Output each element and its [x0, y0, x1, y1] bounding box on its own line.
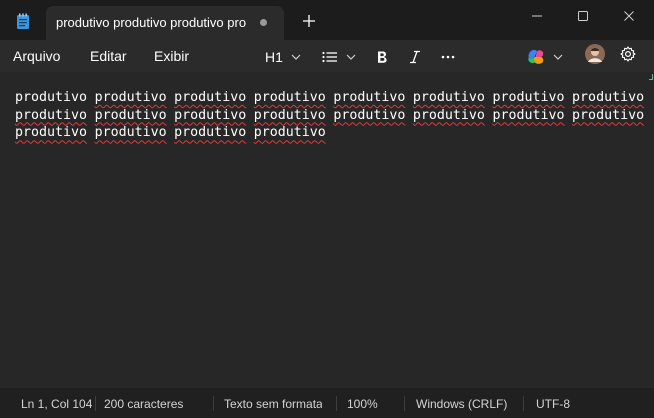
word: produtivo — [253, 125, 326, 141]
word: produtivo — [174, 107, 247, 123]
status-divider — [95, 396, 96, 411]
tab-document[interactable]: produtivo produtivo produtivo pro — [46, 6, 284, 40]
italic-icon — [410, 50, 420, 64]
tab-modified-dot-icon[interactable] — [260, 19, 267, 26]
list-dropdown[interactable] — [322, 46, 356, 68]
word: produtivo — [253, 107, 326, 123]
status-bar: Ln 1, Col 104 200 caracteres Texto sem f… — [0, 388, 654, 418]
chevron-down-icon — [291, 54, 301, 60]
list-icon — [322, 51, 337, 63]
word: produtivo — [492, 107, 565, 123]
status-encoding[interactable]: UTF-8 — [536, 397, 570, 411]
heading-dropdown[interactable]: H1 — [265, 46, 301, 68]
chevron-down-icon — [346, 54, 356, 60]
word: produtivo — [333, 107, 406, 123]
plus-icon[interactable] — [298, 10, 320, 32]
word: produtivo — [174, 125, 247, 141]
bold-button[interactable] — [376, 46, 388, 68]
menu-exibir[interactable]: Exibir — [154, 48, 189, 64]
title-bar: produtivo produtivo produtivo pro — [0, 0, 654, 40]
word: produtivo — [15, 107, 88, 123]
word: produtivo — [412, 107, 485, 123]
status-position: Ln 1, Col 104 — [21, 397, 93, 411]
copilot-icon — [528, 49, 544, 64]
gear-icon[interactable] — [620, 46, 636, 62]
word: produtivo — [94, 107, 167, 123]
copilot-dropdown[interactable] — [527, 46, 563, 68]
maximize-button[interactable] — [560, 0, 606, 32]
maximize-icon — [578, 11, 588, 21]
status-char-count: 200 caracteres — [104, 397, 184, 411]
menu-bar: Arquivo Editar Exibir H1 — [0, 40, 654, 72]
status-divider — [523, 396, 524, 411]
word: produtivo — [94, 90, 167, 105]
word: produtivo — [572, 90, 645, 105]
document-text[interactable]: produtivo produtivo produtivo produtivo … — [15, 89, 651, 142]
avatar[interactable] — [585, 44, 605, 64]
italic-button[interactable] — [409, 46, 421, 68]
close-button[interactable] — [606, 0, 652, 32]
word: produtivo — [94, 125, 167, 141]
status-format[interactable]: Texto sem formatação — [224, 397, 322, 411]
word: produtivo — [492, 90, 565, 105]
status-zoom[interactable]: 100% — [347, 397, 378, 411]
minimize-icon — [532, 15, 542, 17]
scroll-indicator-icon — [649, 74, 653, 80]
more-icon — [441, 55, 455, 59]
heading-label: H1 — [265, 49, 283, 65]
word: produtivo — [333, 90, 406, 105]
menu-editar[interactable]: Editar — [90, 48, 127, 64]
status-divider — [213, 396, 214, 411]
bold-icon — [378, 51, 387, 63]
more-button[interactable] — [441, 46, 455, 68]
editor-area[interactable]: produtivo produtivo produtivo produtivo … — [0, 72, 654, 388]
notepad-icon — [17, 13, 29, 29]
word: produtivo — [412, 90, 485, 105]
minimize-button[interactable] — [514, 0, 560, 32]
word: produtivo — [15, 90, 88, 105]
chevron-down-icon — [553, 54, 563, 60]
word: produtivo — [253, 90, 326, 105]
tab-title: produtivo produtivo produtivo pro — [56, 15, 247, 30]
word: produtivo — [572, 107, 645, 123]
status-line-ending[interactable]: Windows (CRLF) — [416, 397, 507, 411]
word: produtivo — [174, 90, 247, 105]
close-icon — [624, 11, 634, 21]
status-divider — [404, 396, 405, 411]
status-divider — [336, 396, 337, 411]
menu-arquivo[interactable]: Arquivo — [13, 48, 60, 64]
word: produtivo — [15, 125, 88, 141]
